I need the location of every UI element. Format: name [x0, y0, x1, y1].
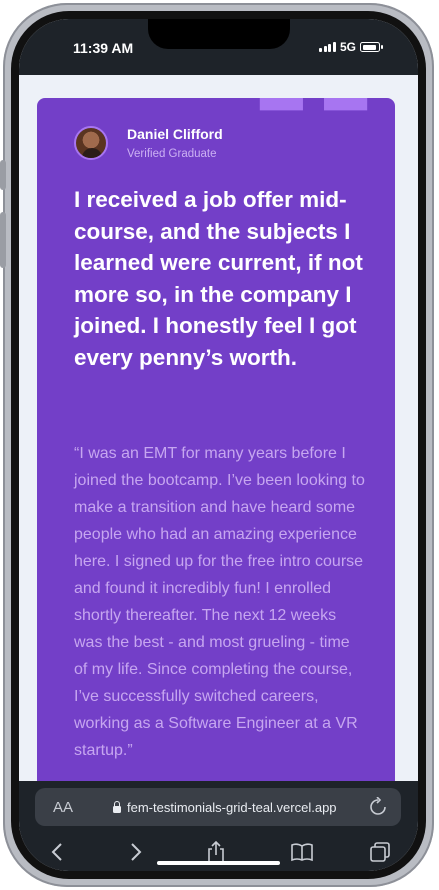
page-content[interactable]: “ Daniel Clifford Verified Graduate I re…: [19, 75, 418, 781]
reload-icon[interactable]: [369, 796, 387, 821]
battery-icon: [360, 42, 383, 52]
testimonial-card: “ Daniel Clifford Verified Graduate I re…: [37, 98, 395, 781]
screen-wrapper: 11:39 AM 5G “ Daniel Clifford Verified G…: [3, 3, 434, 887]
url-display[interactable]: fem-testimonials-grid-teal.vercel.app: [113, 800, 337, 815]
status-time: 11:39 AM: [73, 40, 134, 56]
home-indicator[interactable]: [157, 861, 280, 865]
browser-toolbar: [19, 833, 418, 871]
device-screen: 11:39 AM 5G “ Daniel Clifford Verified G…: [19, 19, 418, 871]
status-bar: 11:39 AM 5G: [19, 19, 418, 75]
back-icon[interactable]: [42, 837, 72, 867]
avatar: [74, 126, 108, 160]
author-subtitle: Verified Graduate: [127, 148, 217, 160]
text-size-label: AA: [53, 799, 74, 816]
testimonial-headline: I received a job offer mid-course, and t…: [74, 187, 363, 370]
url-text: fem-testimonials-grid-teal.vercel.app: [127, 800, 337, 815]
lock-icon: [113, 801, 121, 813]
text-size-button[interactable]: AA: [53, 799, 73, 816]
signal-icon: [319, 42, 336, 52]
network-label: 5G: [339, 40, 356, 54]
browser-chrome: AA fem-testimonials-grid-teal.vercel.app: [19, 781, 418, 871]
bookmarks-icon[interactable]: [287, 837, 317, 867]
address-bar[interactable]: AA fem-testimonials-grid-teal.vercel.app: [35, 788, 401, 826]
author-name: Daniel Clifford: [127, 126, 223, 142]
forward-icon[interactable]: [121, 837, 151, 867]
tabs-icon[interactable]: [365, 837, 395, 867]
testimonial-body: “I was an EMT for many years before I jo…: [74, 445, 365, 759]
screen-holder: 11:39 AM 5G “ Daniel Clifford Verified G…: [11, 11, 426, 879]
notch: [148, 19, 290, 49]
status-icons: 5G: [319, 40, 383, 54]
